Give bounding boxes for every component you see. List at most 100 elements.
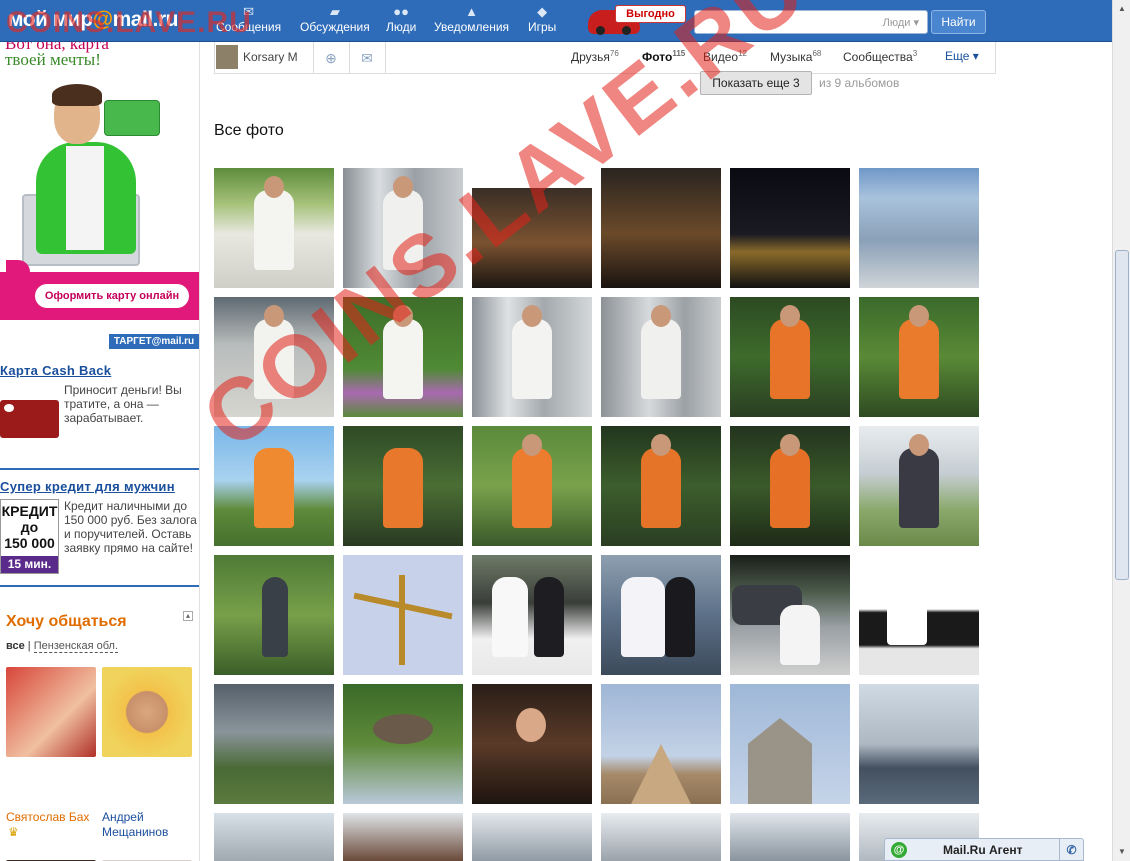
card-banner-ad[interactable]: Вот она, карта твоей мечты! Оформить кар… bbox=[0, 42, 199, 320]
divider bbox=[385, 42, 386, 74]
phone-icon[interactable]: ✆ bbox=[1059, 839, 1083, 861]
bell-icon: ▲ bbox=[465, 4, 478, 19]
region-all-link[interactable]: все bbox=[6, 640, 25, 652]
cashback-card-image[interactable] bbox=[0, 400, 59, 438]
scroll-up-arrow-icon[interactable]: ▲ bbox=[1115, 2, 1129, 16]
photo-thumbnail[interactable] bbox=[859, 168, 979, 288]
want-to-chat-widget: Хочу общаться ▴ все | Пензенская обл. Св… bbox=[0, 605, 199, 861]
ad-credit-title[interactable]: Супер кредит для мужчин bbox=[0, 479, 175, 494]
profile-name[interactable]: Korsary M bbox=[243, 50, 298, 64]
photo-thumbnail[interactable] bbox=[472, 813, 592, 861]
gamepad-icon: ◆ bbox=[537, 4, 548, 19]
tab-communities-label: Сообщества bbox=[843, 50, 913, 64]
crown-icon: ♛ bbox=[8, 825, 19, 839]
photo-thumbnail[interactable] bbox=[343, 555, 463, 675]
avatar[interactable] bbox=[102, 667, 192, 757]
ad-divider bbox=[0, 468, 199, 470]
all-photos-title: Все фото bbox=[214, 122, 284, 139]
person-name[interactable]: Андрей Мещанинов bbox=[102, 810, 194, 840]
photo-thumbnail[interactable] bbox=[472, 297, 592, 417]
credit-ad-image[interactable]: КРЕДИТ до 150 000 р 15 мин. bbox=[0, 499, 59, 574]
profile-avatar[interactable] bbox=[216, 45, 238, 69]
photo-thumbnail[interactable] bbox=[601, 813, 721, 861]
photo-thumbnail[interactable] bbox=[601, 297, 721, 417]
ad-cashback-title[interactable]: Карта Cash Back bbox=[0, 363, 111, 378]
nav-discussions-label: Обсуждения bbox=[300, 20, 370, 34]
photo-thumbnail[interactable] bbox=[730, 813, 850, 861]
nav-games[interactable]: ◆ Игры bbox=[528, 4, 556, 34]
albums-count: из 9 альбомов bbox=[819, 76, 900, 90]
photo-thumbnail[interactable] bbox=[343, 426, 463, 546]
photo-thumbnail[interactable] bbox=[730, 426, 850, 546]
watermark-small: COINS.LAVE.RU bbox=[6, 6, 252, 39]
avatar[interactable] bbox=[6, 667, 96, 757]
scrollbar-thumb[interactable] bbox=[1115, 250, 1129, 580]
photo-thumbnail[interactable] bbox=[214, 555, 334, 675]
ad-cashback-text: Приносит деньги! Вы тратите, а она — зар… bbox=[64, 383, 182, 425]
photo-thumbnail[interactable] bbox=[601, 684, 721, 804]
search-scope-dropdown[interactable]: Люди ▾ bbox=[883, 16, 919, 29]
search-button[interactable]: Найти bbox=[931, 10, 986, 34]
credit-img-badge: 15 мин. bbox=[1, 556, 58, 573]
photo-thumbnail[interactable] bbox=[730, 297, 850, 417]
scroll-down-arrow-icon[interactable]: ▼ bbox=[1115, 845, 1129, 859]
divider bbox=[349, 42, 350, 74]
apply-card-button[interactable]: Оформить карту онлайн bbox=[35, 284, 189, 308]
photo-thumbnail[interactable] bbox=[601, 168, 721, 288]
left-ads-column: Вот она, карта твоей мечты! Оформить кар… bbox=[0, 42, 200, 861]
photo-thumbnail[interactable] bbox=[472, 555, 592, 675]
nav-people[interactable]: ●● Люди bbox=[386, 4, 416, 34]
photo-thumbnail[interactable] bbox=[214, 684, 334, 804]
search-scope-label: Люди bbox=[882, 17, 911, 29]
main-content: Korsary M ⊕ ✉ Друзья76 Фото115 Видео12 М… bbox=[200, 42, 1112, 861]
ad-credit-text: Кредит наличными до 150 000 руб. Без зал… bbox=[64, 499, 197, 555]
nav-people-label: Люди bbox=[386, 20, 417, 34]
photo-thumbnail[interactable] bbox=[214, 813, 334, 861]
photo-thumbnail[interactable] bbox=[859, 297, 979, 417]
nav-notifications[interactable]: ▲ Уведомления bbox=[434, 4, 509, 34]
nav-discussions[interactable]: ▰ Обсуждения bbox=[300, 4, 370, 34]
region-separator: | bbox=[27, 640, 31, 652]
chat-widget-title: Хочу общаться bbox=[6, 613, 127, 630]
agent-at-icon: @ bbox=[891, 842, 907, 858]
collapse-icon[interactable]: ▴ bbox=[183, 611, 193, 621]
credit-img-line2: до bbox=[20, 519, 39, 535]
target-mailru-label[interactable]: ТАРГЕТ@mail.ru bbox=[109, 334, 199, 349]
photo-thumbnail[interactable] bbox=[730, 168, 850, 288]
photo-thumbnail[interactable] bbox=[472, 426, 592, 546]
region-filter: все | Пензенская обл. bbox=[6, 640, 119, 653]
banner-line2: твоей мечты! bbox=[5, 50, 101, 69]
agent-label: Mail.Ru Агент bbox=[943, 843, 1023, 857]
nav-notifications-label: Уведомления bbox=[434, 20, 510, 34]
vertical-scrollbar[interactable]: ▲ ▼ bbox=[1112, 0, 1130, 861]
photo-thumbnail[interactable] bbox=[601, 555, 721, 675]
people-icon: ●● bbox=[393, 4, 410, 19]
add-friend-icon[interactable]: ⊕ bbox=[322, 50, 340, 66]
photo-thumbnail[interactable] bbox=[472, 684, 592, 804]
more-menu[interactable]: Еще ▾ bbox=[945, 49, 979, 63]
credit-img-line1: КРЕДИТ bbox=[1, 503, 58, 519]
banner-footer: Оформить карту онлайн bbox=[0, 260, 199, 320]
divider bbox=[313, 42, 314, 74]
region-select[interactable]: Пензенская обл. bbox=[33, 640, 119, 653]
photo-thumbnail[interactable] bbox=[859, 426, 979, 546]
tab-communities[interactable]: Сообщества3 bbox=[843, 49, 917, 64]
photo-thumbnail[interactable] bbox=[214, 168, 334, 288]
nav-games-label: Игры bbox=[528, 20, 557, 34]
photo-thumbnail[interactable] bbox=[859, 555, 979, 675]
photo-thumbnail[interactable] bbox=[859, 684, 979, 804]
photo-thumbnail[interactable] bbox=[730, 555, 850, 675]
ad-divider bbox=[0, 585, 199, 587]
photo-thumbnail[interactable] bbox=[601, 426, 721, 546]
flower-icon bbox=[6, 260, 30, 284]
person-name[interactable]: Святослав Бах bbox=[6, 810, 89, 825]
chat-icon: ▰ bbox=[329, 4, 340, 19]
bank-card-image bbox=[104, 100, 160, 136]
photo-thumbnail[interactable] bbox=[730, 684, 850, 804]
mailru-agent-bar[interactable]: @ Mail.Ru Агент ✆ bbox=[884, 838, 1084, 861]
photo-thumbnail[interactable] bbox=[343, 813, 463, 861]
tab-communities-count: 3 bbox=[912, 49, 918, 58]
message-icon[interactable]: ✉ bbox=[358, 50, 376, 66]
tab-music-count: 68 bbox=[812, 49, 822, 58]
photo-thumbnail[interactable] bbox=[343, 684, 463, 804]
